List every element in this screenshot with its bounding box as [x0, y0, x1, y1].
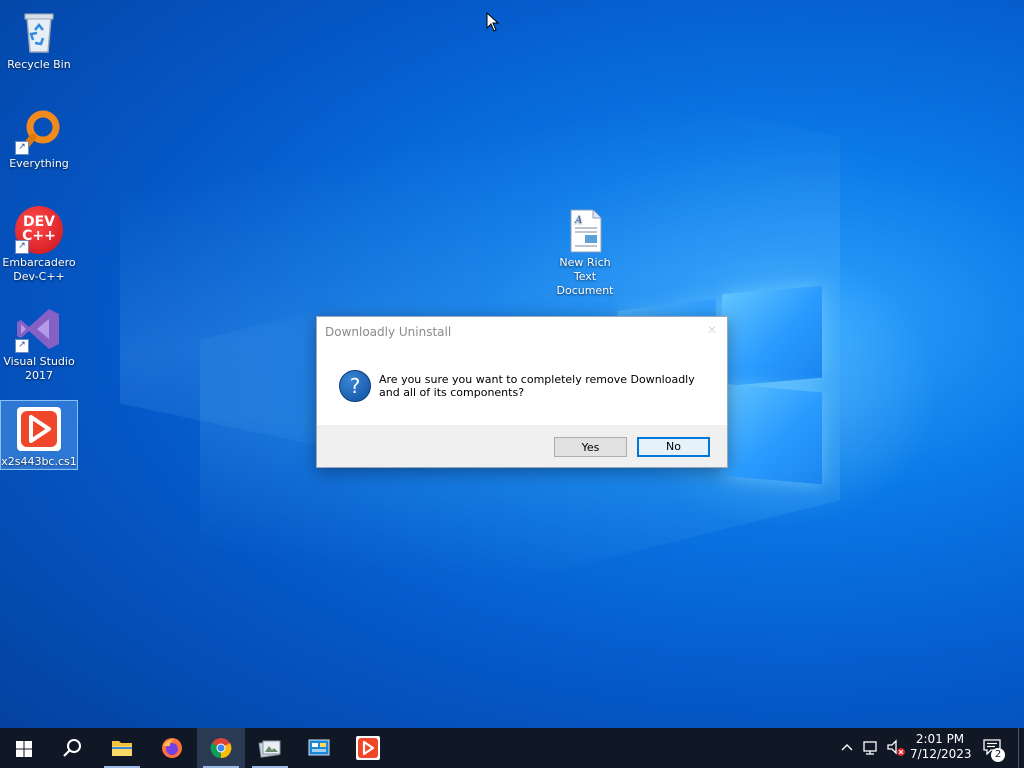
- image-viewer-icon: [258, 740, 281, 758]
- mouse-cursor-icon: [486, 12, 500, 32]
- show-desktop-button[interactable]: [1018, 728, 1024, 768]
- search-button[interactable]: [48, 728, 96, 768]
- desktop-icon-downloadly-installer[interactable]: x2s443bc.cs1: [0, 400, 78, 470]
- firefox-icon: [162, 738, 182, 758]
- taskbar-app-file-explorer[interactable]: [98, 728, 146, 768]
- dialog-title: Downloadly Uninstall: [325, 325, 452, 339]
- chrome-icon: [210, 738, 232, 759]
- taskbar: 2:01 PM 7/12/2023 2: [0, 728, 1024, 768]
- svg-text:A: A: [574, 215, 582, 226]
- volume-tray-button[interactable]: [884, 728, 908, 768]
- taskbar-app-firefox[interactable]: [148, 728, 196, 768]
- desktop-icon-label: New Rich Text: [559, 256, 611, 283]
- desktop-icon-everything[interactable]: ↗ Everything: [1, 103, 77, 175]
- volume-muted-icon: [887, 739, 905, 756]
- show-hidden-icons-button[interactable]: [838, 728, 856, 768]
- shortcut-arrow-icon: ↗: [15, 240, 29, 254]
- desktop-icon-label: Embarcadero: [2, 256, 76, 269]
- action-center-button[interactable]: 2: [978, 728, 1012, 768]
- dialog-button-bar: Yes No: [317, 425, 727, 467]
- downloadly-icon: [15, 405, 63, 453]
- taskbar-app-control-panel[interactable]: [295, 728, 343, 768]
- dev-cpp-badge-text: DEV C++: [22, 214, 56, 244]
- desktop-icon-label: Everything: [9, 157, 69, 170]
- rich-text-document-icon: A: [561, 206, 609, 254]
- desktop-icon-label: Document: [556, 284, 614, 297]
- desktop-icon-label: Dev-C++: [13, 270, 65, 283]
- downloadly-icon: [356, 736, 380, 760]
- shortcut-arrow-icon: ↗: [15, 339, 29, 353]
- visual-studio-icon: ↗: [15, 305, 63, 353]
- clock-time: 2:01 PM: [915, 732, 965, 746]
- shortcut-arrow-icon: ↗: [15, 141, 29, 155]
- clock-date: 7/12/2023: [910, 747, 972, 761]
- taskbar-app-image-viewer[interactable]: [246, 728, 294, 768]
- close-icon[interactable]: ✕: [707, 323, 717, 337]
- start-button[interactable]: [0, 728, 48, 768]
- desktop-icon-rich-text-document[interactable]: A New Rich Text Document: [547, 202, 623, 297]
- desktop-icon-label: x2s443bc.cs1: [1, 455, 77, 468]
- network-icon: [863, 741, 877, 755]
- control-panel-icon: [308, 739, 330, 756]
- desktop-icon-recycle-bin[interactable]: Recycle Bin: [1, 4, 77, 76]
- yes-button[interactable]: Yes: [554, 437, 627, 457]
- no-button[interactable]: No: [637, 437, 710, 457]
- desktop: Recycle Bin ↗ Everything DEV C++ ↗ Embar…: [0, 0, 1024, 728]
- desktop-icon-label: 2017: [25, 369, 53, 382]
- everything-icon: ↗: [15, 107, 63, 155]
- search-icon: [63, 739, 81, 757]
- dialog-message: Are you sure you want to completely remo…: [379, 373, 695, 399]
- wallpaper-window-pane: [722, 383, 822, 485]
- notification-count-badge: 2: [991, 748, 1005, 762]
- taskbar-app-downloadly[interactable]: [344, 728, 392, 768]
- desktop-icon-visual-studio[interactable]: ↗ Visual Studio 2017: [1, 301, 77, 387]
- taskbar-app-chrome[interactable]: [197, 728, 245, 768]
- wallpaper-window-pane: [722, 285, 822, 387]
- network-tray-button[interactable]: [860, 728, 882, 768]
- question-icon: ?: [339, 370, 371, 402]
- desktop-icon-label: Visual Studio: [3, 355, 75, 368]
- file-explorer-icon: [112, 741, 132, 756]
- recycle-bin-icon: [15, 8, 63, 56]
- desktop-icon-dev-cpp[interactable]: DEV C++ ↗ Embarcadero Dev-C++: [1, 202, 77, 288]
- clock-button[interactable]: 2:01 PM 7/12/2023: [910, 728, 972, 768]
- desktop-icon-label: Recycle Bin: [7, 58, 71, 71]
- uninstall-confirm-dialog: Downloadly Uninstall ✕ ? Are you sure yo…: [316, 316, 728, 468]
- dev-cpp-icon: DEV C++ ↗: [15, 206, 63, 254]
- start-icon: [16, 741, 32, 757]
- chevron-up-icon: [841, 744, 853, 751]
